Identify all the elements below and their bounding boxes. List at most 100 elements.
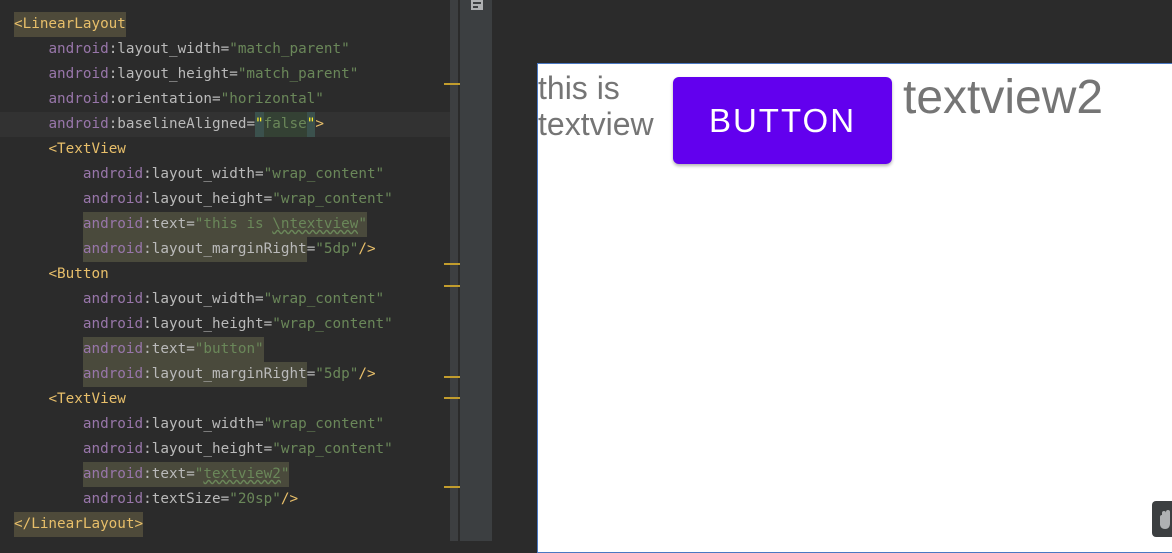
code-line[interactable]: android:layout_height="wrap_content"	[14, 437, 393, 462]
code-token: :layout_height	[143, 316, 264, 332]
code-token: :layout_width	[143, 416, 256, 432]
code-token: android	[82, 337, 144, 362]
change-marker	[444, 285, 460, 287]
code-token: "5dp"	[315, 366, 359, 382]
code-token: :layout_height	[143, 191, 264, 207]
code-token: =	[246, 116, 256, 132]
code-token: "wrap_content"	[263, 291, 385, 307]
code-token: LinearLayout	[22, 12, 126, 37]
code-token: :baselineAligned	[108, 116, 247, 132]
code-token: "20sp"	[229, 491, 281, 507]
code-line[interactable]: android:layout_width="wrap_content"	[14, 287, 384, 312]
code-line[interactable]: android:layout_width="wrap_content"	[14, 162, 384, 187]
preview-textview-1[interactable]: this is textview	[538, 70, 654, 142]
code-token: :layout_height	[108, 66, 230, 82]
code-line[interactable]: android:baselineAligned="false">	[0, 112, 458, 137]
code-token: \ntextview	[272, 212, 359, 237]
code-token: >	[134, 512, 144, 537]
code-token: "horizontal"	[220, 91, 324, 107]
code-token: "wrap_content"	[272, 316, 393, 332]
code-token: "	[280, 462, 290, 487]
code-token: android	[82, 212, 144, 237]
code-line[interactable]: android:layout_height="wrap_content"	[14, 312, 393, 337]
code-token: :layout_width	[143, 166, 256, 182]
code-token: android	[82, 362, 144, 387]
code-line[interactable]: android:text="button"	[14, 337, 264, 362]
code-token: :layout_height	[143, 441, 264, 457]
code-line[interactable]: android:layout_width="match_parent"	[14, 37, 350, 62]
code-token: =	[306, 366, 316, 382]
code-token: =	[186, 337, 195, 362]
code-token: android	[82, 316, 144, 332]
editor-scrollbar[interactable]	[450, 0, 458, 541]
code-token: :layout_marginRight	[143, 237, 307, 262]
preview-textview-2[interactable]: textview2	[903, 72, 1103, 124]
code-editor[interactable]: <LinearLayout android:layout_width="matc…	[0, 0, 458, 541]
code-line[interactable]: android:layout_height="wrap_content"	[14, 187, 393, 212]
code-line[interactable]: <TextView	[14, 387, 126, 412]
code-token: <	[14, 12, 23, 37]
code-token: "match_parent"	[237, 66, 359, 82]
code-token: "wrap_content"	[263, 166, 385, 182]
code-token: :layout_width	[108, 41, 221, 57]
code-token: textview2	[203, 462, 281, 487]
code-token: "wrap_content"	[263, 416, 385, 432]
code-token: android	[82, 291, 144, 307]
code-token: "match_parent"	[229, 41, 350, 57]
code-token: :text	[143, 462, 187, 487]
code-token: =	[255, 291, 264, 307]
code-token: "	[306, 112, 316, 137]
code-token: />	[358, 241, 376, 257]
code-line[interactable]: android:layout_width="wrap_content"	[14, 412, 384, 437]
code-line[interactable]: <LinearLayout	[14, 12, 126, 37]
code-token: android	[48, 66, 109, 82]
code-line[interactable]: android:layout_height="match_parent"	[14, 62, 358, 87]
code-token: />	[358, 366, 376, 382]
change-marker	[444, 486, 460, 488]
code-line[interactable]: android:text="this is \ntextview"	[14, 212, 367, 237]
code-token: android	[82, 237, 144, 262]
palette-icon[interactable]	[470, 0, 484, 12]
preview-button[interactable]: BUTTON	[673, 77, 892, 164]
code-token: "	[194, 462, 204, 487]
code-token: android	[48, 91, 109, 107]
code-token: =	[255, 166, 264, 182]
code-token: :orientation	[108, 91, 212, 107]
code-token: "wrap_content"	[272, 441, 393, 457]
hand-icon	[1160, 510, 1170, 529]
design-toolstrip	[460, 0, 492, 541]
code-token: android	[82, 441, 144, 457]
code-line[interactable]: android:orientation="horizontal"	[14, 87, 324, 112]
code-line[interactable]: android:text="textview2"	[14, 462, 290, 487]
code-token: =	[229, 66, 238, 82]
code-line[interactable]: <TextView	[14, 137, 125, 162]
code-token: android	[48, 41, 109, 57]
code-token: </	[14, 512, 32, 537]
code-token: "wrap_content"	[272, 191, 393, 207]
code-line[interactable]: android:layout_marginRight="5dp"/>	[14, 362, 376, 387]
code-token: =	[263, 441, 273, 457]
code-line[interactable]: <Button	[14, 262, 108, 287]
code-token: android	[82, 491, 144, 507]
code-line[interactable]: android:layout_marginRight="5dp"/>	[14, 237, 376, 262]
code-token: TextView	[57, 391, 126, 407]
code-token: "	[358, 212, 367, 237]
code-line[interactable]: </LinearLayout>	[14, 512, 144, 537]
code-line[interactable]: android:textSize="20sp"/>	[14, 487, 298, 512]
pan-tool[interactable]	[1152, 501, 1172, 537]
